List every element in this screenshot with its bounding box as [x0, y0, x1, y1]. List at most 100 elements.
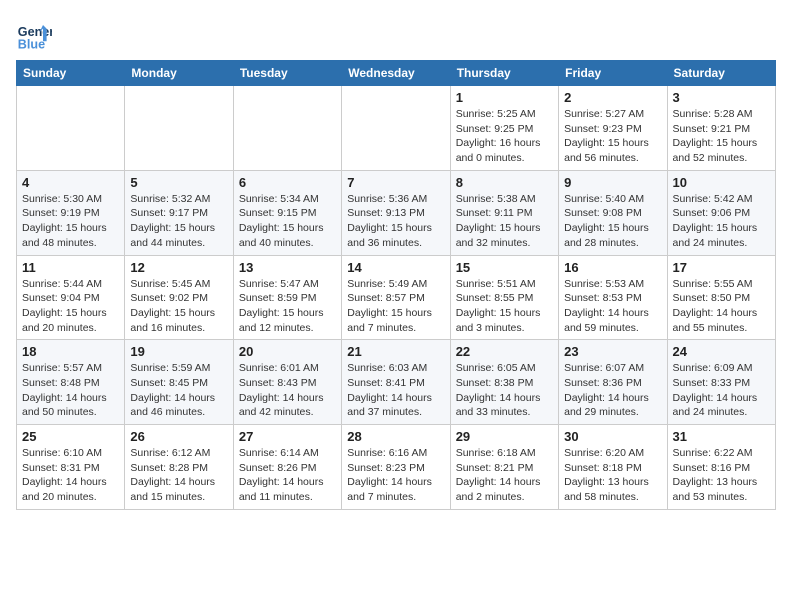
day-info: Sunrise: 5:32 AM Sunset: 9:17 PM Dayligh…	[130, 192, 227, 251]
day-cell: 4 Sunrise: 5:30 AM Sunset: 9:19 PM Daylig…	[17, 170, 125, 255]
day-cell: 7Sunrise: 5:36 AM Sunset: 9:13 PM Daylig…	[342, 170, 450, 255]
day-cell: 19 Sunrise: 5:59 AM Sunset: 8:45 PM Dayli…	[125, 340, 233, 425]
day-info: Sunrise: 5:44 AM Sunset: 9:04 PM Dayligh…	[22, 277, 119, 336]
day-number: 2	[564, 90, 661, 105]
day-info: Sunrise: 6:20 AM Sunset: 8:18 PM Dayligh…	[564, 446, 661, 505]
day-info: Sunrise: 5:38 AM Sunset: 9:11 PM Dayligh…	[456, 192, 553, 251]
day-info: Sunrise: 5:49 AM Sunset: 8:57 PM Dayligh…	[347, 277, 444, 336]
day-number: 11	[22, 260, 119, 275]
week-row-2: 4 Sunrise: 5:30 AM Sunset: 9:19 PM Daylig…	[17, 170, 776, 255]
day-info: Sunrise: 5:42 AM Sunset: 9:06 PM Dayligh…	[673, 192, 770, 251]
day-info: Sunrise: 5:47 AM Sunset: 8:59 PM Dayligh…	[239, 277, 336, 336]
weekday-header-thursday: Thursday	[450, 61, 558, 86]
day-number: 21	[347, 344, 444, 359]
day-info: Sunrise: 5:25 AM Sunset: 9:25 PM Dayligh…	[456, 107, 553, 166]
day-number: 24	[673, 344, 770, 359]
day-number: 1	[456, 90, 553, 105]
day-number: 23	[564, 344, 661, 359]
day-cell: 22 Sunrise: 6:05 AM Sunset: 8:38 PM Dayli…	[450, 340, 558, 425]
day-info: Sunrise: 6:12 AM Sunset: 8:28 PM Dayligh…	[130, 446, 227, 505]
day-cell: 24 Sunrise: 6:09 AM Sunset: 8:33 PM Dayli…	[667, 340, 775, 425]
day-info: Sunrise: 5:40 AM Sunset: 9:08 PM Dayligh…	[564, 192, 661, 251]
day-number: 3	[673, 90, 770, 105]
day-cell	[125, 86, 233, 171]
day-number: 17	[673, 260, 770, 275]
day-cell: 18 Sunrise: 5:57 AM Sunset: 8:48 PM Dayli…	[17, 340, 125, 425]
weekday-header-sunday: Sunday	[17, 61, 125, 86]
day-cell: 21 Sunrise: 6:03 AM Sunset: 8:41 PM Dayli…	[342, 340, 450, 425]
day-cell: 9 Sunrise: 5:40 AM Sunset: 9:08 PM Daylig…	[559, 170, 667, 255]
day-info: Sunrise: 6:03 AM Sunset: 8:41 PM Dayligh…	[347, 361, 444, 420]
day-info: Sunrise: 6:09 AM Sunset: 8:33 PM Dayligh…	[673, 361, 770, 420]
day-info: Sunrise: 5:55 AM Sunset: 8:50 PM Dayligh…	[673, 277, 770, 336]
day-info: Sunrise: 5:57 AM Sunset: 8:48 PM Dayligh…	[22, 361, 119, 420]
day-cell: 16 Sunrise: 5:53 AM Sunset: 8:53 PM Dayli…	[559, 255, 667, 340]
day-number: 31	[673, 429, 770, 444]
day-number: 20	[239, 344, 336, 359]
day-info: Sunrise: 6:10 AM Sunset: 8:31 PM Dayligh…	[22, 446, 119, 505]
logo-icon: General Blue	[16, 16, 52, 52]
weekday-header-row: SundayMondayTuesdayWednesdayThursdayFrid…	[17, 61, 776, 86]
day-number: 14	[347, 260, 444, 275]
day-info: Sunrise: 6:05 AM Sunset: 8:38 PM Dayligh…	[456, 361, 553, 420]
week-row-3: 11 Sunrise: 5:44 AM Sunset: 9:04 PM Dayli…	[17, 255, 776, 340]
weekday-header-wednesday: Wednesday	[342, 61, 450, 86]
day-cell: 17 Sunrise: 5:55 AM Sunset: 8:50 PM Dayli…	[667, 255, 775, 340]
day-cell: 2 Sunrise: 5:27 AM Sunset: 9:23 PM Daylig…	[559, 86, 667, 171]
day-cell: 3Sunrise: 5:28 AM Sunset: 9:21 PM Daylig…	[667, 86, 775, 171]
day-number: 15	[456, 260, 553, 275]
day-cell: 29Sunrise: 6:18 AM Sunset: 8:21 PM Dayli…	[450, 425, 558, 510]
day-cell: 31 Sunrise: 6:22 AM Sunset: 8:16 PM Dayli…	[667, 425, 775, 510]
day-number: 22	[456, 344, 553, 359]
day-number: 8	[456, 175, 553, 190]
day-number: 12	[130, 260, 227, 275]
svg-text:Blue: Blue	[18, 37, 45, 51]
day-number: 9	[564, 175, 661, 190]
day-info: Sunrise: 5:53 AM Sunset: 8:53 PM Dayligh…	[564, 277, 661, 336]
day-info: Sunrise: 6:14 AM Sunset: 8:26 PM Dayligh…	[239, 446, 336, 505]
day-cell: 13 Sunrise: 5:47 AM Sunset: 8:59 PM Dayli…	[233, 255, 341, 340]
day-info: Sunrise: 5:27 AM Sunset: 9:23 PM Dayligh…	[564, 107, 661, 166]
day-number: 27	[239, 429, 336, 444]
day-cell: 23Sunrise: 6:07 AM Sunset: 8:36 PM Dayli…	[559, 340, 667, 425]
day-number: 29	[456, 429, 553, 444]
day-info: Sunrise: 5:34 AM Sunset: 9:15 PM Dayligh…	[239, 192, 336, 251]
day-cell: 8 Sunrise: 5:38 AM Sunset: 9:11 PM Daylig…	[450, 170, 558, 255]
calendar-table: SundayMondayTuesdayWednesdayThursdayFrid…	[16, 60, 776, 510]
day-cell: 25 Sunrise: 6:10 AM Sunset: 8:31 PM Dayli…	[17, 425, 125, 510]
day-number: 18	[22, 344, 119, 359]
day-cell	[17, 86, 125, 171]
day-number: 13	[239, 260, 336, 275]
day-number: 16	[564, 260, 661, 275]
weekday-header-friday: Friday	[559, 61, 667, 86]
day-info: Sunrise: 5:36 AM Sunset: 9:13 PM Dayligh…	[347, 192, 444, 251]
day-cell: 15Sunrise: 5:51 AM Sunset: 8:55 PM Dayli…	[450, 255, 558, 340]
day-cell: 27 Sunrise: 6:14 AM Sunset: 8:26 PM Dayli…	[233, 425, 341, 510]
day-info: Sunrise: 5:30 AM Sunset: 9:19 PM Dayligh…	[22, 192, 119, 251]
day-cell: 10Sunrise: 5:42 AM Sunset: 9:06 PM Dayli…	[667, 170, 775, 255]
day-number: 25	[22, 429, 119, 444]
day-info: Sunrise: 5:59 AM Sunset: 8:45 PM Dayligh…	[130, 361, 227, 420]
day-number: 19	[130, 344, 227, 359]
day-info: Sunrise: 6:16 AM Sunset: 8:23 PM Dayligh…	[347, 446, 444, 505]
day-info: Sunrise: 6:22 AM Sunset: 8:16 PM Dayligh…	[673, 446, 770, 505]
week-row-1: 1 Sunrise: 5:25 AM Sunset: 9:25 PM Daylig…	[17, 86, 776, 171]
day-cell: 12 Sunrise: 5:45 AM Sunset: 9:02 PM Dayli…	[125, 255, 233, 340]
day-cell: 11 Sunrise: 5:44 AM Sunset: 9:04 PM Dayli…	[17, 255, 125, 340]
day-cell: 5Sunrise: 5:32 AM Sunset: 9:17 PM Daylig…	[125, 170, 233, 255]
day-cell: 14 Sunrise: 5:49 AM Sunset: 8:57 PM Dayli…	[342, 255, 450, 340]
day-cell: 20 Sunrise: 6:01 AM Sunset: 8:43 PM Dayli…	[233, 340, 341, 425]
day-number: 4	[22, 175, 119, 190]
weekday-header-monday: Monday	[125, 61, 233, 86]
day-info: Sunrise: 5:45 AM Sunset: 9:02 PM Dayligh…	[130, 277, 227, 336]
logo: General Blue	[16, 16, 52, 52]
day-number: 30	[564, 429, 661, 444]
day-cell: 1 Sunrise: 5:25 AM Sunset: 9:25 PM Daylig…	[450, 86, 558, 171]
day-cell: 28Sunrise: 6:16 AM Sunset: 8:23 PM Dayli…	[342, 425, 450, 510]
weekday-header-tuesday: Tuesday	[233, 61, 341, 86]
day-cell: 26Sunrise: 6:12 AM Sunset: 8:28 PM Dayli…	[125, 425, 233, 510]
weekday-header-saturday: Saturday	[667, 61, 775, 86]
day-info: Sunrise: 6:01 AM Sunset: 8:43 PM Dayligh…	[239, 361, 336, 420]
week-row-5: 25 Sunrise: 6:10 AM Sunset: 8:31 PM Dayli…	[17, 425, 776, 510]
day-cell	[233, 86, 341, 171]
